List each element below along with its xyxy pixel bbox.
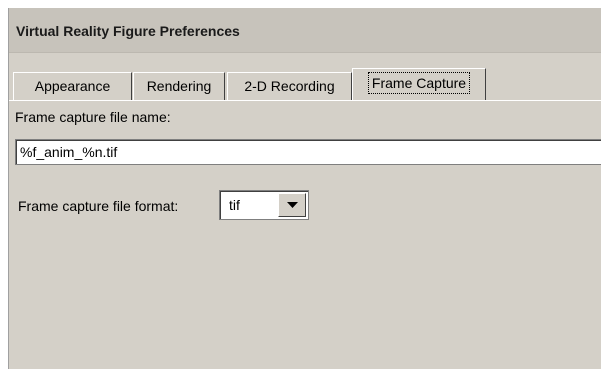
file-format-select[interactable]: tif [219, 190, 309, 220]
title-bar: Virtual Reality Figure Preferences [9, 8, 601, 53]
file-name-input[interactable] [15, 139, 601, 165]
file-name-label: Frame capture file name: [15, 109, 171, 125]
dialog-title: Virtual Reality Figure Preferences [16, 23, 240, 39]
file-format-label: Frame capture file format: [18, 198, 179, 214]
tab-content-border [9, 100, 601, 101]
tab-2d-recording[interactable]: 2-D Recording [227, 72, 352, 100]
tab-frame-capture-label: Frame Capture [367, 72, 471, 94]
file-format-dropdown-button[interactable] [278, 193, 306, 217]
tab-frame-capture[interactable]: Frame Capture [352, 68, 486, 100]
preferences-panel: Virtual Reality Figure Preferences Appea… [8, 8, 601, 369]
chevron-down-icon [287, 202, 298, 208]
tab-appearance[interactable]: Appearance [13, 72, 132, 100]
file-format-value: tif [229, 197, 240, 213]
tab-rendering[interactable]: Rendering [133, 72, 225, 100]
